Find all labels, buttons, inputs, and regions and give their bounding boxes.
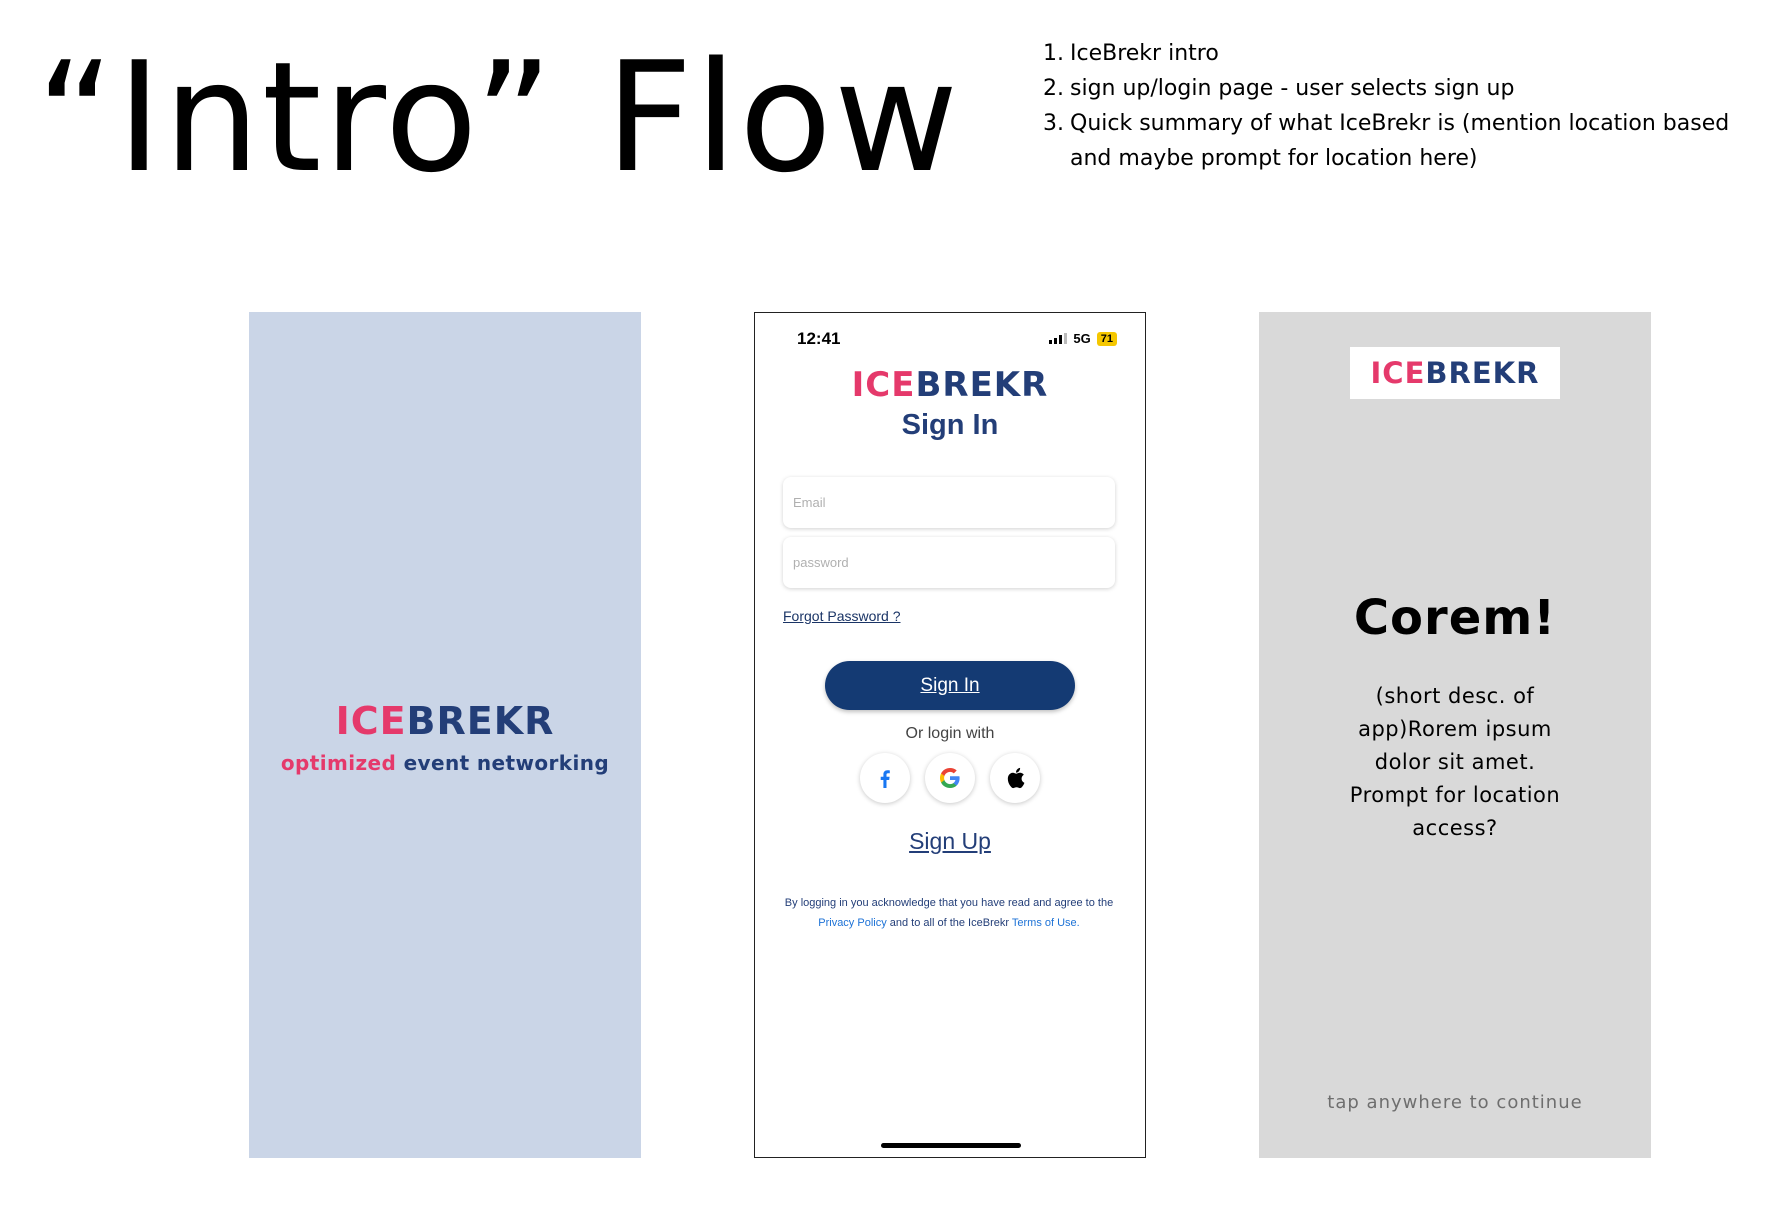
facebook-icon: [880, 770, 890, 788]
logo-ice: ICE: [851, 365, 916, 405]
summary-description: (short desc. of app)Rorem ipsum dolor si…: [1349, 684, 1561, 840]
status-indicators: 5G 71: [1049, 331, 1117, 346]
network-label: 5G: [1073, 331, 1091, 346]
note-number: 2.: [1043, 76, 1064, 101]
note-text: sign up/login page - user selects sign u…: [1070, 76, 1515, 101]
tagline: optimized event networking: [249, 751, 641, 775]
signin-heading: Sign In: [901, 409, 999, 441]
legal-text: By logging in you acknowledge that you h…: [784, 897, 1114, 909]
note-text: IceBrekr intro: [1070, 41, 1219, 66]
note-item: 3. Quick summary of what IceBrekr is (men…: [1043, 106, 1743, 176]
apple-icon: [1007, 767, 1025, 789]
flow-notes: 1. IceBrekr intro 2. sign up/login page - …: [1043, 36, 1743, 176]
brand-logo: ICEBREKR: [1371, 356, 1540, 390]
note-number: 3.: [1043, 111, 1064, 136]
note-item: 2. sign up/login page - user selects sign…: [1043, 71, 1743, 106]
note-number: 1.: [1043, 41, 1064, 66]
brand-logo: ICEBREKR: [755, 365, 1145, 405]
legal-notice: By logging in you acknowledge that you h…: [783, 893, 1115, 933]
tap-to-continue-hint: tap anywhere to continue: [1327, 1092, 1583, 1113]
summary-screen[interactable]: ICEBREKR Corem! (short desc. of app)Rore…: [1259, 312, 1651, 1158]
logo-ice: ICE: [335, 699, 407, 743]
signup-link[interactable]: Sign Up: [755, 828, 1145, 855]
status-time: 12:41: [797, 329, 841, 348]
facebook-login-button[interactable]: [860, 753, 910, 803]
home-indicator[interactable]: [881, 1143, 1021, 1148]
logo-badge: ICEBREKR: [1350, 347, 1560, 399]
apple-login-button[interactable]: [990, 753, 1040, 803]
privacy-policy-link[interactable]: Privacy Policy: [818, 917, 886, 929]
logo-brekr: BREKR: [915, 365, 1049, 405]
google-icon: [940, 768, 960, 788]
signin-button[interactable]: Sign In: [825, 661, 1075, 710]
tagline-rest: event networking: [403, 751, 610, 775]
password-field[interactable]: [783, 537, 1115, 588]
logo-brekr: BREKR: [406, 699, 555, 743]
note-item: 1. IceBrekr intro: [1043, 36, 1743, 71]
google-login-button[interactable]: [925, 753, 975, 803]
note-text: Quick summary of what IceBrekr is (menti…: [1070, 111, 1730, 171]
signal-icon: [1049, 333, 1068, 344]
signin-screen: 12:41 5G 71 ICEBREKR Sign In Forgot Pass…: [754, 312, 1146, 1158]
page-title: “Intro” Flow: [36, 29, 961, 206]
summary-heading: Corem!: [1353, 590, 1557, 646]
splash-screen: ICEBREKR optimized event networking: [249, 312, 641, 1158]
brand-logo: ICEBREKR: [249, 698, 641, 744]
battery-icon: 71: [1096, 331, 1117, 346]
logo-ice: ICE: [1370, 356, 1426, 390]
legal-text: and to all of the IceBrekr: [886, 917, 1012, 929]
forgot-password-link[interactable]: Forgot Password ?: [783, 608, 901, 624]
logo-brekr: BREKR: [1425, 356, 1540, 390]
email-field[interactable]: [783, 477, 1115, 528]
tagline-highlight: optimized: [280, 751, 397, 775]
terms-of-use-link[interactable]: Terms of Use.: [1012, 917, 1080, 929]
or-login-with-label: Or login with: [905, 725, 995, 742]
